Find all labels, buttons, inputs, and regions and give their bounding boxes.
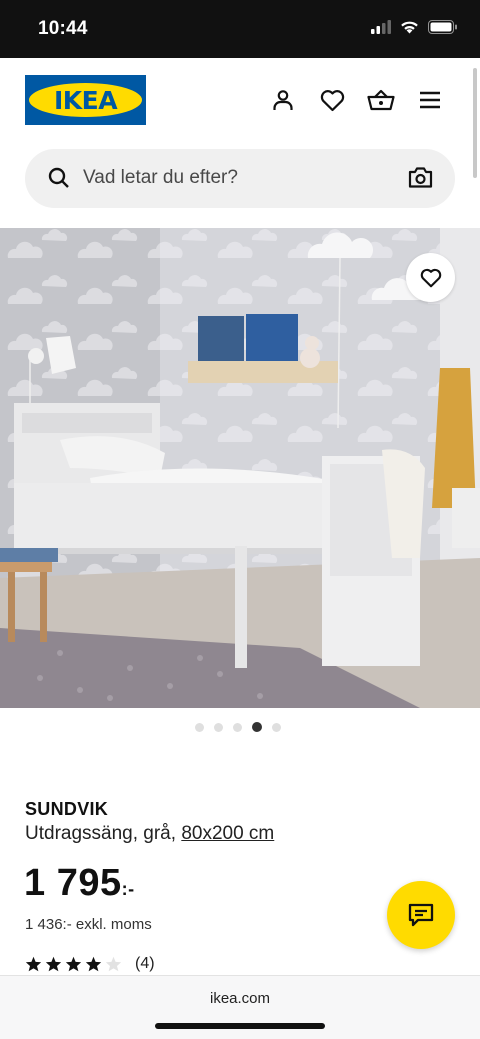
camera-icon[interactable]	[408, 166, 433, 189]
signal-icon	[371, 20, 391, 34]
status-bar: 10:44	[0, 0, 480, 58]
favourite-toggle-button[interactable]	[406, 253, 455, 302]
chat-button[interactable]	[387, 881, 455, 949]
bed-scene-illustration	[0, 228, 480, 708]
star-empty-icon	[105, 956, 122, 972]
chat-bubble-icon	[408, 903, 434, 927]
menu-icon	[420, 91, 440, 109]
star-filled-icon	[25, 956, 42, 972]
carousel-dot[interactable]	[214, 722, 223, 732]
product-type: Utdragssäng, grå,	[25, 823, 177, 844]
star-filled-icon	[45, 956, 62, 972]
rating-stars	[25, 956, 122, 972]
product-rating[interactable]: (4)	[25, 955, 155, 973]
product-name: SUNDVIK	[25, 799, 109, 819]
price-main: 1 795	[24, 862, 122, 904]
page-scrollbar[interactable]	[473, 68, 477, 178]
carousel-dot[interactable]	[252, 722, 262, 732]
search-input[interactable]	[83, 157, 383, 199]
site-header: IKEA	[0, 58, 480, 228]
logo-wordmark: IKEA	[29, 83, 142, 117]
menu-button[interactable]	[416, 86, 444, 114]
carousel-dot[interactable]	[272, 722, 281, 732]
ikea-logo[interactable]: IKEA	[25, 75, 146, 125]
product-image[interactable]	[0, 228, 480, 708]
search-icon	[48, 167, 69, 188]
basket-icon	[367, 89, 395, 111]
product-description: Utdragssäng, grå, 80x200 cm	[25, 823, 274, 845]
review-count: (4)	[135, 955, 155, 972]
search-bar[interactable]	[25, 149, 455, 208]
status-time: 10:44	[38, 18, 88, 39]
home-indicator[interactable]	[155, 1023, 325, 1029]
browser-url[interactable]: ikea.com	[0, 990, 480, 1007]
wifi-icon	[401, 21, 418, 34]
carousel-dot[interactable]	[233, 722, 242, 732]
carousel-dot[interactable]	[195, 722, 204, 732]
status-icons	[371, 20, 458, 34]
account-button[interactable]	[269, 86, 297, 114]
product-size-link[interactable]: 80x200 cm	[181, 823, 274, 844]
product-price: 1 795:-	[24, 862, 135, 905]
browser-address-bar[interactable]: ikea.com	[0, 975, 480, 1039]
star-filled-icon	[85, 956, 102, 972]
battery-icon	[428, 20, 457, 34]
favourites-button[interactable]	[318, 86, 346, 114]
price-excl-vat: 1 436:- exkl. moms	[25, 916, 152, 933]
star-filled-icon	[65, 956, 82, 972]
cart-button[interactable]	[367, 86, 395, 114]
heart-icon	[420, 268, 441, 287]
heart-icon	[320, 89, 344, 111]
price-suffix: :-	[121, 879, 135, 899]
person-icon	[273, 90, 293, 110]
carousel-indicator[interactable]	[195, 722, 281, 732]
